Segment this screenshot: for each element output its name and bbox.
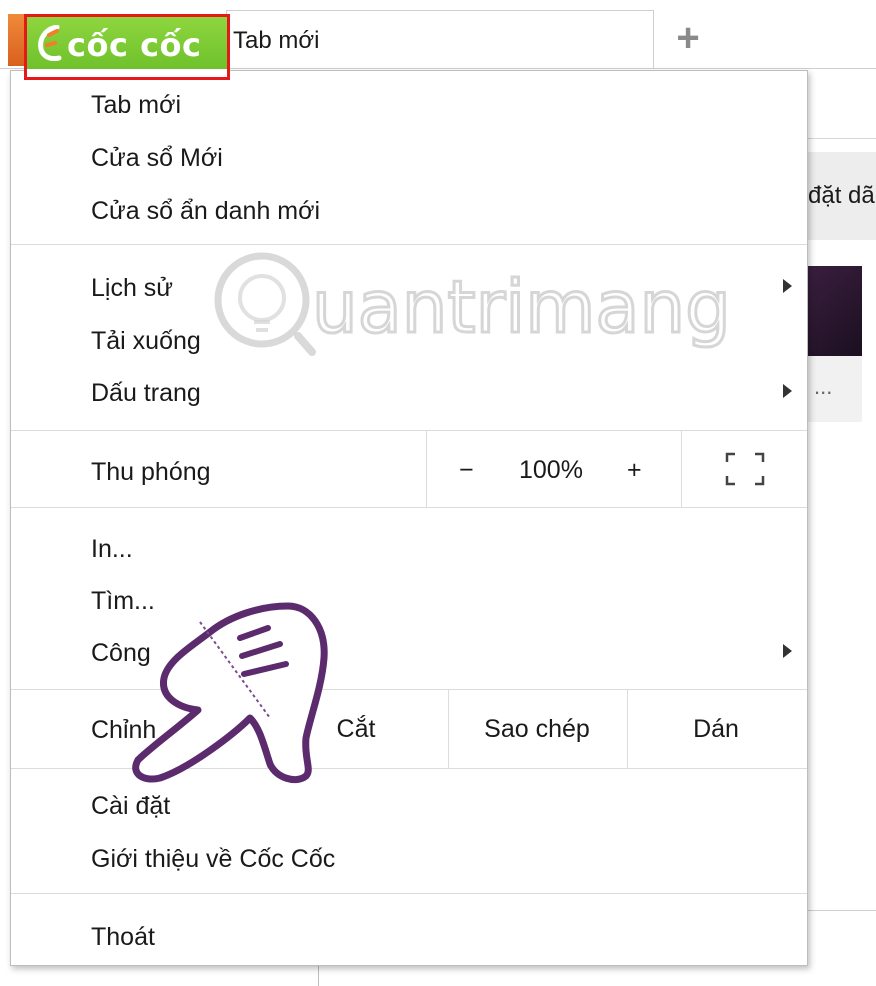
menu-item-print[interactable]: In... (91, 535, 133, 564)
menu-separator (11, 507, 807, 508)
page-divider-vertical (318, 966, 319, 986)
logo-text: cốc cốc (67, 26, 202, 64)
new-tab-button[interactable]: + (668, 18, 708, 58)
menu-item-zoom: Thu phóng (91, 458, 211, 486)
zoom-divider (426, 431, 427, 507)
menu-item-new-tab[interactable]: Tab mới (91, 91, 181, 120)
zoom-out-button[interactable]: − (459, 456, 474, 485)
tab-new-tab[interactable]: Tab mới (226, 10, 654, 68)
menu-separator (11, 244, 807, 245)
page-toolbar-fragment (800, 84, 876, 139)
menu-item-settings[interactable]: Cài đặt (91, 792, 170, 821)
zoom-level: 100% (519, 456, 583, 484)
coccoc-logo-icon (38, 25, 62, 61)
page-divider (806, 910, 876, 911)
chevron-right-icon (783, 279, 792, 293)
tab-title: Tab mới (233, 27, 320, 54)
window-edge (8, 14, 24, 66)
menu-separator (11, 430, 807, 431)
copy-button[interactable]: Sao chép (467, 715, 607, 744)
edit-divider (448, 690, 449, 768)
menu-item-about[interactable]: Giới thiệu về Cốc Cốc (91, 845, 335, 874)
menu-item-bookmarks[interactable]: Dấu trang (91, 379, 201, 408)
zoom-in-button[interactable]: + (627, 456, 642, 485)
page-text-fragment: đặt dã (808, 182, 875, 209)
edit-divider (627, 690, 628, 768)
menu-item-exit[interactable]: Thoát (91, 923, 155, 952)
page-thumbnail[interactable] (806, 266, 862, 356)
menu-item-downloads[interactable]: Tải xuống (91, 327, 201, 356)
menu-separator (11, 893, 807, 894)
coccoc-menu-button[interactable]: cốc cốc (27, 17, 227, 69)
chevron-right-icon (783, 644, 792, 658)
thumbnail-ellipsis: ... (814, 374, 833, 399)
paste-button[interactable]: Dán (661, 715, 771, 744)
zoom-divider (681, 431, 682, 507)
menu-item-incognito[interactable]: Cửa sổ ẩn danh mới (91, 197, 320, 226)
browser-menu: Tab mới Cửa sổ Mới Cửa sổ ẩn danh mới Lị… (10, 70, 808, 966)
menu-item-new-window[interactable]: Cửa sổ Mới (91, 144, 223, 173)
fullscreen-icon[interactable] (725, 452, 765, 486)
menu-button-highlight[interactable]: cốc cốc (24, 14, 230, 80)
chevron-right-icon (783, 384, 792, 398)
menu-item-history[interactable]: Lịch sử (91, 274, 173, 303)
pointing-hand-icon (132, 602, 328, 783)
